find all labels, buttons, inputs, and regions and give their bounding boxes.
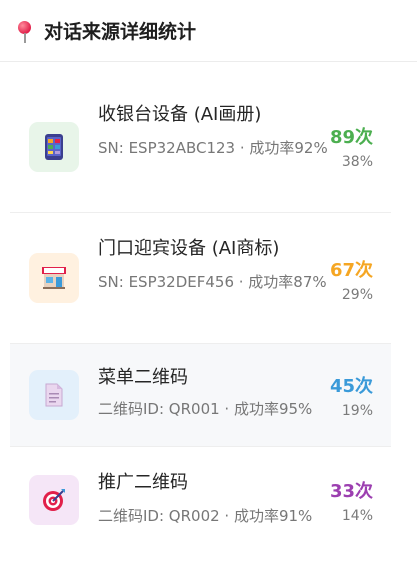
page-title: 对话来源详细统计 (44, 21, 197, 43)
item-subtitle: 二维码ID: QR001 · 成功率95% (98, 400, 313, 418)
document-icon (29, 370, 79, 420)
target-icon (29, 475, 79, 525)
list-item-cashier-device[interactable]: 收银台设备 (AI画册) SN: ESP32ABC123 · 成功率92% 89… (10, 79, 391, 213)
item-name: 收银台设备 (AI画册) (98, 104, 262, 125)
item-count: 33次 (329, 481, 373, 502)
item-subtitle: 二维码ID: QR002 · 成功率91% (98, 507, 313, 525)
item-percent: 14% (341, 508, 373, 524)
item-count: 45次 (329, 376, 373, 397)
item-name: 菜单二维码 (98, 367, 188, 388)
item-percent: 29% (341, 287, 373, 303)
item-name: 推广二维码 (98, 472, 188, 493)
list-item-entrance-device[interactable]: 门口迎宾设备 (AI商标) SN: ESP32DEF456 · 成功率87% 6… (10, 213, 391, 344)
item-count: 67次 (329, 260, 373, 281)
source-list: 收银台设备 (AI画册) SN: ESP32ABC123 · 成功率92% 89… (10, 79, 391, 549)
pushpin-icon (14, 18, 36, 44)
item-percent: 19% (341, 403, 373, 419)
item-subtitle: SN: ESP32DEF456 · 成功率87% (98, 273, 327, 291)
item-percent: 38% (341, 154, 373, 170)
list-item-promo-qrcode[interactable]: 推广二维码 二维码ID: QR002 · 成功率91% 33次 14% (10, 447, 391, 549)
item-subtitle: SN: ESP32ABC123 · 成功率92% (98, 139, 328, 157)
list-item-menu-qrcode[interactable]: 菜单二维码 二维码ID: QR001 · 成功率95% 45次 19% (10, 344, 391, 447)
phone-icon (29, 122, 79, 172)
item-count: 89次 (329, 127, 373, 148)
item-name: 门口迎宾设备 (AI商标) (98, 238, 280, 259)
page-header: 对话来源详细统计 (0, 0, 417, 62)
shop-icon (29, 253, 79, 303)
